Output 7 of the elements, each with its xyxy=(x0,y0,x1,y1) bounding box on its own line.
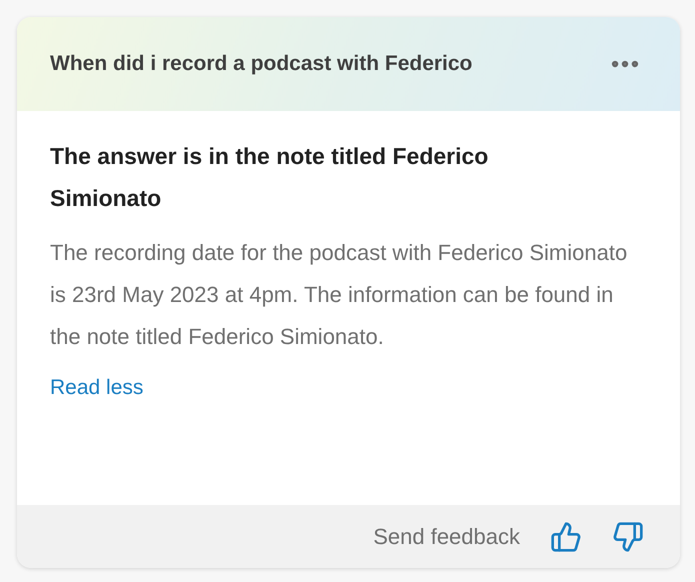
answer-text: The recording date for the podcast with Federico Simionato is 23rd May 2023 at 4pm. The information can be found in the note titled Federico Simionato. xyxy=(50,239,628,351)
question-text: When did i record a podcast with Federico xyxy=(50,51,474,77)
read-less-link[interactable]: Read less xyxy=(50,372,144,404)
send-feedback-label: Send feedback xyxy=(373,523,520,551)
thumbs-down-icon[interactable] xyxy=(612,520,644,552)
thumbs-up-icon[interactable] xyxy=(550,520,582,552)
answer-title: The answer is in the note titled Federico Simionato xyxy=(50,142,490,213)
